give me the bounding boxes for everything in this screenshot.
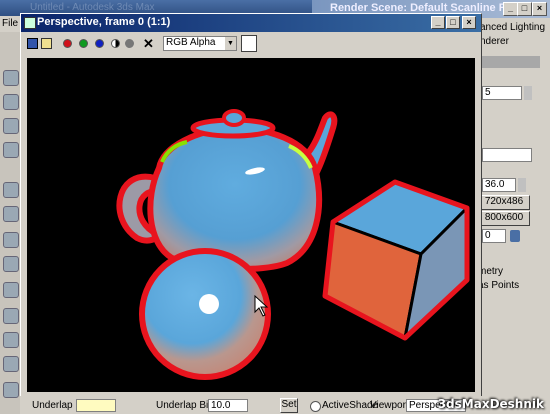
create-icon[interactable] <box>3 70 19 86</box>
frame-window: Perspective, frame 0 (1:1) _ □ × ✕ RGB A… <box>20 13 482 403</box>
rs-preset-800x600[interactable]: 800x600 <box>478 211 530 226</box>
move-icon[interactable] <box>3 332 19 348</box>
chevron-down-icon[interactable]: ▼ <box>225 37 236 50</box>
bind-icon[interactable] <box>3 282 19 298</box>
set-button[interactable]: Set <box>280 398 298 413</box>
left-toolbar <box>0 32 21 414</box>
underlap-bias-field[interactable]: 10.0 <box>208 399 248 412</box>
rs-minimize-button[interactable]: _ <box>503 2 518 16</box>
motion-icon[interactable] <box>3 142 19 158</box>
blue-channel-icon[interactable] <box>95 39 104 48</box>
frame-window-icon <box>24 17 36 29</box>
underlap-field[interactable] <box>76 399 116 412</box>
rs-lock-icon[interactable] <box>510 230 520 242</box>
viewport-label: Viewport <box>370 400 409 411</box>
rs-spinner-arrows[interactable] <box>524 86 532 100</box>
sphere <box>139 248 271 380</box>
hierarchy-icon[interactable] <box>3 118 19 134</box>
activeshade-radio[interactable] <box>310 401 321 412</box>
watermark: 3dsMaxDeshnik <box>437 397 544 411</box>
frame-title: Perspective, frame 0 (1:1) <box>37 16 171 28</box>
alpha-channel-icon[interactable] <box>111 39 120 48</box>
app-title: Untitled - Autodesk 3ds Max <box>30 2 155 13</box>
rs-close-button[interactable]: × <box>532 2 547 16</box>
rotate-icon[interactable] <box>3 356 19 372</box>
scale-icon[interactable] <box>3 382 19 398</box>
frame-minimize-button[interactable]: _ <box>431 16 445 29</box>
red-channel-icon[interactable] <box>63 39 72 48</box>
rs-maximize-button[interactable]: □ <box>517 2 532 16</box>
rs-spinner2-input[interactable]: 0 <box>482 229 506 243</box>
teapot-knob <box>222 109 246 127</box>
underlap-label: Underlap <box>32 400 73 411</box>
clone-icon[interactable] <box>41 38 52 49</box>
menu-file[interactable]: File <box>2 18 18 29</box>
rs-spinner-input[interactable]: 5 <box>482 86 522 100</box>
render-canvas <box>27 58 475 392</box>
display-icon[interactable] <box>3 182 19 198</box>
sphere-highlight <box>199 294 219 314</box>
frame-titlebar: Perspective, frame 0 (1:1) _ □ × <box>21 14 481 32</box>
layer-icon[interactable] <box>3 232 19 248</box>
channel-select-value: RGB Alpha <box>166 37 216 48</box>
rs-tab-renderer[interactable]: nderer <box>480 36 509 47</box>
mono-icon[interactable] <box>125 39 134 48</box>
rs-empty-field[interactable] <box>482 148 532 162</box>
rs-tab-advanced-lighting[interactable]: anced Lighting <box>480 22 545 33</box>
save-icon[interactable] <box>27 38 38 49</box>
green-channel-icon[interactable] <box>79 39 88 48</box>
frame-close-button[interactable]: × <box>462 16 476 29</box>
utilities-icon[interactable] <box>3 206 19 222</box>
clear-icon[interactable]: ✕ <box>143 36 154 52</box>
channel-select[interactable]: RGB Alpha ▼ <box>163 36 237 51</box>
link-icon[interactable] <box>3 256 19 272</box>
rs-preset-720x486[interactable]: 720x486 <box>478 195 530 210</box>
rs-rollout-bar <box>482 56 540 68</box>
rs-list-text-2: as Points <box>478 280 520 291</box>
modify-icon[interactable] <box>3 94 19 110</box>
frame-toolbar: ✕ RGB Alpha ▼ <box>23 34 479 54</box>
render-image <box>116 109 470 380</box>
rs-aperture-input[interactable]: 36.0 <box>482 178 516 192</box>
frame-maximize-button[interactable]: □ <box>446 16 460 29</box>
select-icon[interactable] <box>3 308 19 324</box>
color-swatch[interactable] <box>241 35 257 52</box>
rs-aperture-arrows[interactable] <box>518 178 526 192</box>
